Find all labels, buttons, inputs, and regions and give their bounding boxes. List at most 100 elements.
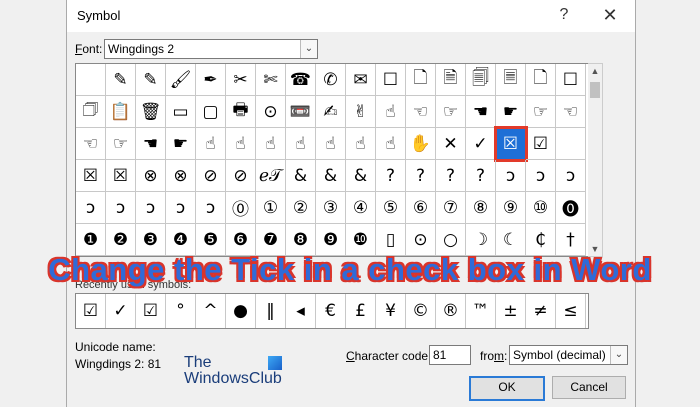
symbol-cell[interactable]: ⑦	[436, 192, 466, 224]
symbol-cell[interactable]: ☝	[286, 128, 316, 160]
symbol-cell[interactable]: ☝	[376, 128, 406, 160]
recent-symbol-cell[interactable]: €	[316, 294, 346, 328]
recent-symbol-cell[interactable]: ¥	[376, 294, 406, 328]
symbol-cell[interactable]: ⊘	[196, 160, 226, 192]
symbol-cell[interactable]: 🗑	[136, 96, 166, 128]
recent-symbol-cell[interactable]: ^	[196, 294, 226, 328]
symbol-cell[interactable]: 🗇	[76, 96, 106, 128]
symbol-cell[interactable]: 🗋	[406, 64, 436, 96]
recent-symbol-cell[interactable]: ◂	[286, 294, 316, 328]
recent-symbol-cell[interactable]: ≠	[526, 294, 556, 328]
symbol-cell[interactable]: ⑥	[406, 192, 436, 224]
symbol-cell[interactable]: ☜	[406, 96, 436, 128]
recent-symbol-cell[interactable]: ✓	[106, 294, 136, 328]
symbol-cell[interactable]: ✕	[436, 128, 466, 160]
symbol-cell[interactable]: ☚	[466, 96, 496, 128]
symbol-cell[interactable]: ▭	[166, 96, 196, 128]
symbol-cell[interactable]: ⑩	[526, 192, 556, 224]
symbol-cell[interactable]: ✍	[316, 96, 346, 128]
symbol-cell[interactable]: ☑	[526, 128, 556, 160]
symbol-cell[interactable]: ↄ	[136, 192, 166, 224]
symbol-cell[interactable]: ✋	[406, 128, 436, 160]
symbol-cell[interactable]: ?	[376, 160, 406, 192]
symbol-cell[interactable]: ☝	[256, 128, 286, 160]
symbol-cell[interactable]	[76, 64, 106, 96]
recent-symbol-cell[interactable]: ≤	[556, 294, 586, 328]
symbol-cell[interactable]: ⑤	[376, 192, 406, 224]
symbol-cell[interactable]: ↄ	[196, 192, 226, 224]
symbol-cell[interactable]: ②	[286, 192, 316, 224]
recent-symbol-cell[interactable]: ☑	[136, 294, 166, 328]
ok-button[interactable]: OK	[469, 376, 545, 401]
symbol-cell[interactable]: ☞	[526, 96, 556, 128]
symbol-cell[interactable]: ↄ	[526, 160, 556, 192]
symbol-cell[interactable]: ↄ	[556, 160, 586, 192]
recent-symbol-cell[interactable]: ™	[466, 294, 496, 328]
symbol-cell[interactable]: 📋	[106, 96, 136, 128]
grid-scrollbar[interactable]: ▲ ▼	[588, 63, 603, 257]
character-code-input[interactable]: 81	[429, 345, 471, 365]
help-button[interactable]: ?	[549, 3, 579, 27]
symbol-cell[interactable]: ✂	[226, 64, 256, 96]
symbol-cell[interactable]: ⓿	[556, 192, 586, 224]
font-dropdown[interactable]: Wingdings 2 ⌄	[104, 39, 318, 59]
symbol-cell[interactable]: 🗎	[436, 64, 466, 96]
symbol-cell[interactable]: &	[316, 160, 346, 192]
symbol-cell[interactable]: ▢	[196, 96, 226, 128]
chevron-down-icon[interactable]: ⌄	[300, 40, 317, 58]
recent-symbol-cell[interactable]: °	[166, 294, 196, 328]
symbol-cell[interactable]: ✒	[196, 64, 226, 96]
symbol-cell[interactable]: ⑧	[466, 192, 496, 224]
recent-symbol-cell[interactable]: ‖	[256, 294, 286, 328]
symbol-cell[interactable]: ⊙	[256, 96, 286, 128]
symbol-cell[interactable]: 🖌	[166, 64, 196, 96]
symbol-cell[interactable]: ⊘	[226, 160, 256, 192]
recent-symbol-cell[interactable]: ®	[436, 294, 466, 328]
symbol-cell[interactable]: 🗐	[466, 64, 496, 96]
symbol-cell[interactable]: ☛	[496, 96, 526, 128]
symbol-cell[interactable]: ☝	[376, 96, 406, 128]
symbol-cell[interactable]: ☒	[76, 160, 106, 192]
recent-symbol-cell[interactable]: ±	[496, 294, 526, 328]
symbol-cell[interactable]: ①	[256, 192, 286, 224]
symbol-cell[interactable]: ⓪	[226, 192, 256, 224]
symbol-cell[interactable]: ④	[346, 192, 376, 224]
scroll-thumb[interactable]	[590, 82, 600, 98]
symbol-cell[interactable]: ☒	[106, 160, 136, 192]
symbol-cell[interactable]: ☜	[556, 96, 586, 128]
cancel-button[interactable]: Cancel	[552, 376, 626, 399]
symbol-cell[interactable]: ✄	[256, 64, 286, 96]
recent-symbol-cell[interactable]: £	[346, 294, 376, 328]
symbol-cell[interactable]: ?	[436, 160, 466, 192]
symbol-cell[interactable]: ✌	[346, 96, 376, 128]
symbol-cell[interactable]: ℯ𝒯	[256, 160, 286, 192]
symbol-cell[interactable]: 🖶	[226, 96, 256, 128]
symbol-cell[interactable]: ↄ	[106, 192, 136, 224]
symbol-cell[interactable]: ③	[316, 192, 346, 224]
symbol-cell[interactable]: ☝	[346, 128, 376, 160]
symbol-cell[interactable]: ✎	[136, 64, 166, 96]
symbol-cell[interactable]: ☞	[436, 96, 466, 128]
symbol-cell[interactable]: ☐	[376, 64, 406, 96]
symbol-cell[interactable]: &	[346, 160, 376, 192]
symbol-cell[interactable]: ⑨	[496, 192, 526, 224]
symbol-cell[interactable]: ✉	[346, 64, 376, 96]
symbol-cell[interactable]: 🗏	[496, 64, 526, 96]
symbol-cell[interactable]: ☞	[106, 128, 136, 160]
symbol-cell[interactable]: ✎	[106, 64, 136, 96]
symbol-cell[interactable]: ⊗	[136, 160, 166, 192]
from-dropdown[interactable]: Symbol (decimal) ⌄	[509, 345, 628, 365]
symbol-cell[interactable]: ☚	[136, 128, 166, 160]
symbol-cell[interactable]: &	[286, 160, 316, 192]
symbol-cell[interactable]	[556, 128, 586, 160]
symbol-cell[interactable]: ☐	[556, 64, 586, 96]
symbol-cell[interactable]: ⊗	[166, 160, 196, 192]
symbol-cell[interactable]: ✓	[466, 128, 496, 160]
symbol-cell[interactable]: ↄ	[76, 192, 106, 224]
symbol-cell[interactable]: ☝	[316, 128, 346, 160]
close-button[interactable]: ✕	[595, 3, 625, 27]
symbol-cell[interactable]: ☝	[226, 128, 256, 160]
symbol-cell[interactable]: ↄ	[496, 160, 526, 192]
scroll-up-icon[interactable]: ▲	[588, 64, 602, 78]
symbol-cell[interactable]: 🗋	[526, 64, 556, 96]
